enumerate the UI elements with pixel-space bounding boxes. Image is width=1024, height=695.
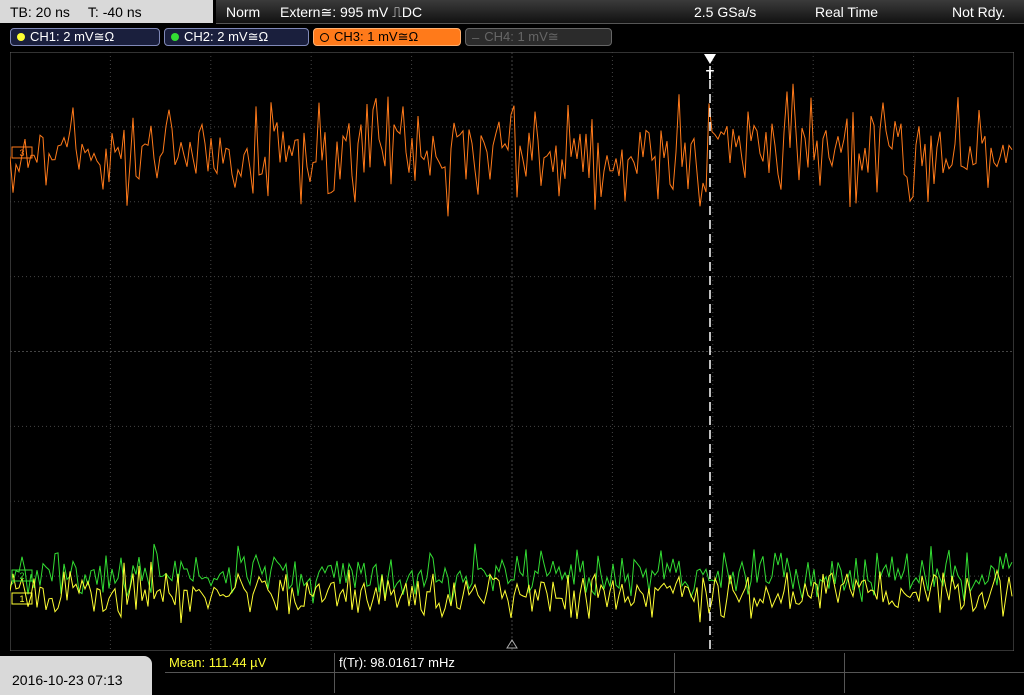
channel-4-dash-icon: – <box>472 29 480 45</box>
channel-1-button[interactable]: CH1: 2 mV≅Ω <box>10 28 160 46</box>
channel-3-label: CH3: 1 mV≅Ω <box>334 29 419 44</box>
channel-4-label: CH4: 1 mV≅ <box>484 29 559 44</box>
frequency-measurement: f(Tr): 98.01617 mHz <box>339 655 455 670</box>
trigger-mode[interactable]: Norm <box>226 4 260 20</box>
channel-3-dot-icon <box>320 32 329 42</box>
timebase-value: TB: 20 ns <box>10 3 70 20</box>
run-status[interactable]: Not Rdy. <box>952 4 1005 20</box>
channel-2-label: CH2: 2 mV≅Ω <box>184 29 269 44</box>
channel-1-offset-label: 1 <box>19 594 24 604</box>
channel-3-offset-label: 3 <box>19 148 24 158</box>
channel-2-dot-icon <box>171 33 179 41</box>
date-time: 2016-10-23 07:13 <box>12 672 123 688</box>
sample-rate[interactable]: 2.5 GSa/s <box>694 4 756 20</box>
acquisition-mode[interactable]: Real Time <box>815 4 878 20</box>
channel-3-button[interactable]: CH3: 1 mV≅Ω <box>313 28 461 46</box>
date-time-box[interactable]: 2016-10-23 07:13 <box>0 656 152 695</box>
channel-1-dot-icon <box>17 33 25 41</box>
measurement-table[interactable]: Mean: 111.44 µV f(Tr): 98.01617 mHz <box>165 653 1024 695</box>
channel-1-label: CH1: 2 mV≅Ω <box>30 29 115 44</box>
mean-measurement: Mean: 111.44 µV <box>169 655 267 670</box>
channel-2-offset-label: 2 <box>19 571 24 581</box>
channel-4-button[interactable]: – CH4: 1 mV≅ <box>465 28 612 46</box>
trigger-source[interactable]: Extern≅: 995 mV ⎍DC <box>280 4 422 21</box>
channel-2-button[interactable]: CH2: 2 mV≅Ω <box>164 28 309 46</box>
trigger-offset-value: T: -40 ns <box>87 3 142 20</box>
waveform-display[interactable]: T 3 2 1 <box>10 52 1014 651</box>
timebase-box[interactable]: TB: 20 ns T: -40 ns <box>0 0 213 23</box>
trigger-marker-label: T <box>706 67 714 82</box>
